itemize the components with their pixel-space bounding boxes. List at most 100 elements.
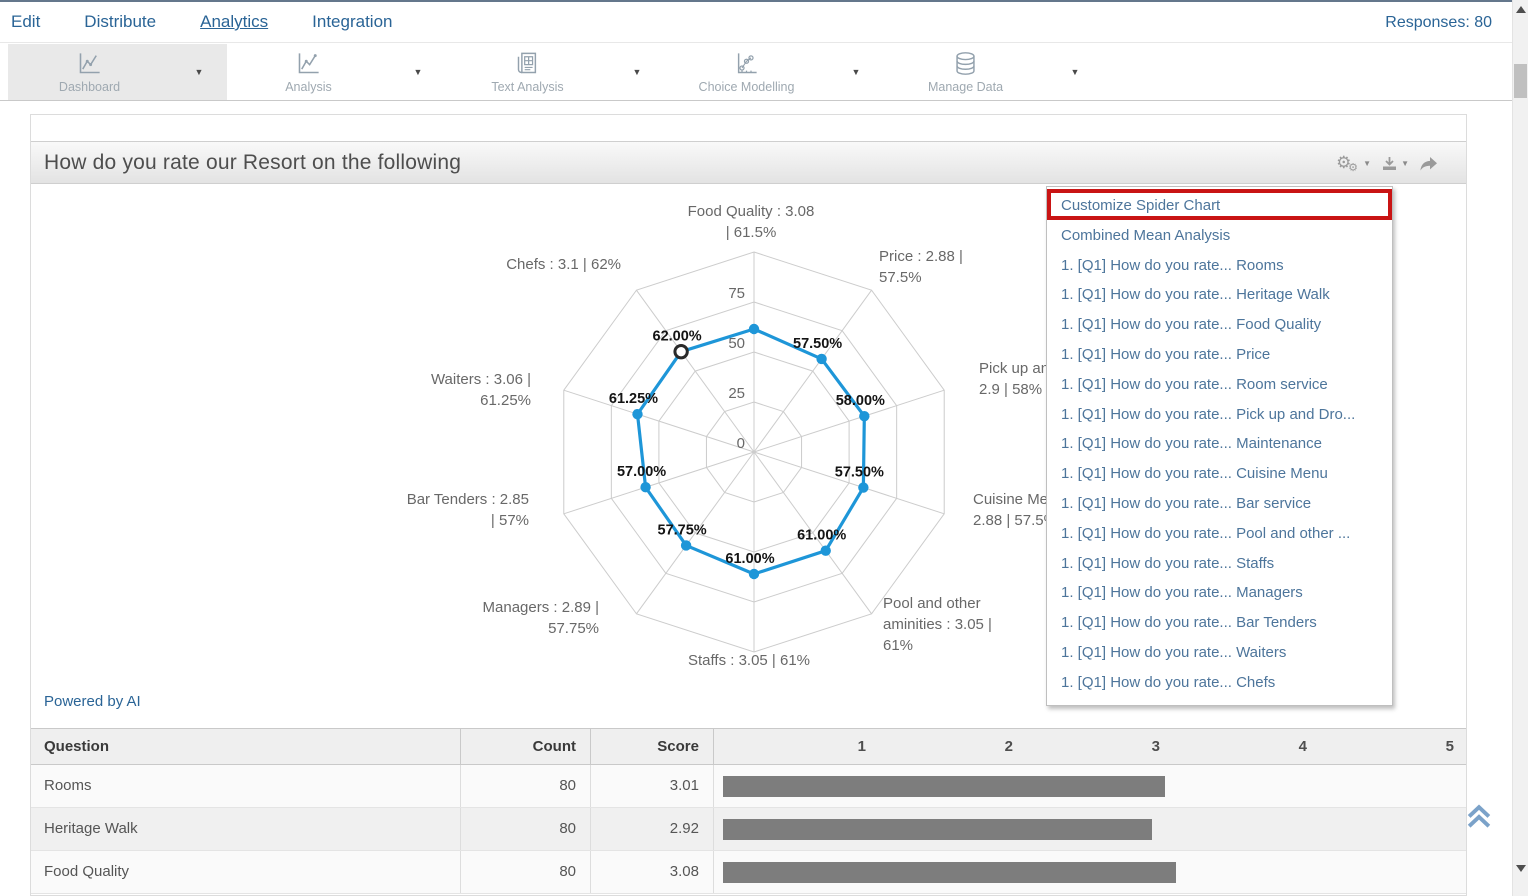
menu-item-1-q1-how-do-you-rate-cuisine-menu[interactable]: 1. [Q1] How do you rate... Cuisine Menu [1047,459,1392,489]
count-cell: 80 [461,808,591,850]
svg-text:| 61.5%: | 61.5% [726,224,777,241]
chart-options-menu: Customize Spider ChartCombined Mean Anal… [1046,186,1393,706]
toolbar-tab-manage-data-button[interactable]: Manage Data [884,44,1047,100]
menu-item-1-q1-how-do-you-rate-chefs[interactable]: 1. [Q1] How do you rate... Chefs [1047,668,1392,698]
svg-text:57.50%: 57.50% [835,465,884,481]
count-cell: 80 [461,851,591,893]
toolbar-tab-manage-data: Manage Data ▼ [884,44,1103,100]
menu-item-1-q1-how-do-you-rate-room-service[interactable]: 1. [Q1] How do you rate... Room service [1047,370,1392,400]
menu-item-1-q1-how-do-you-rate-bar-service[interactable]: 1. [Q1] How do you rate... Bar service [1047,489,1392,519]
choice-modelling-icon [733,50,760,77]
menu-item-1-q1-how-do-you-rate-pool-and-other[interactable]: 1. [Q1] How do you rate... Pool and othe… [1047,519,1392,549]
nav-item-analytics[interactable]: Analytics [200,12,268,32]
toolbar-tab-choice-modelling-dropdown[interactable]: ▼ [828,44,884,100]
menu-item-1-q1-how-do-you-rate-staffs[interactable]: 1. [Q1] How do you rate... Staffs [1047,549,1392,579]
toolbar-tab-analysis: Analysis ▼ [227,44,446,100]
score-bar [723,862,1176,883]
menu-item-1-q1-how-do-you-rate-price[interactable]: 1. [Q1] How do you rate... Price [1047,340,1392,370]
toolbar-tab-analysis-button[interactable]: Analysis [227,44,390,100]
svg-text:Waiters : 3.06 |: Waiters : 3.06 | [431,371,531,388]
svg-text:Food Quality : 3.08: Food Quality : 3.08 [688,203,815,220]
svg-text:Price : 2.88 |: Price : 2.88 | [879,248,963,265]
scale-ticks: 12345 [714,729,1466,764]
menu-item-combined-mean-analysis[interactable]: Combined Mean Analysis [1047,221,1392,251]
score-cell: 3.08 [591,851,714,893]
toolbar-tab-text-analysis-button[interactable]: Text Analysis [446,44,609,100]
share-icon [1419,156,1439,172]
menu-item-1-q1-how-do-you-rate-rooms[interactable]: 1. [Q1] How do you rate... Rooms [1047,251,1392,281]
chevron-down-icon: ▼ [1071,67,1080,77]
nav-item-integration[interactable]: Integration [312,12,392,32]
download-button[interactable]: ▼ [1381,156,1409,172]
settings-gears-icon: ⚙⚙ [1336,153,1360,175]
svg-text:Staffs : 3.05 | 61%: Staffs : 3.05 | 61% [688,652,810,669]
svg-text:57.50%: 57.50% [793,336,842,352]
nav-item-distribute[interactable]: Distribute [84,12,156,32]
svg-text:61.25%: 61.25% [609,391,658,407]
menu-item-1-q1-how-do-you-rate-managers[interactable]: 1. [Q1] How do you rate... Managers [1047,578,1392,608]
chevron-down-icon: ▼ [1363,159,1371,168]
scale-tick-4: 4 [1160,729,1307,764]
toolbar-tab-analysis-dropdown[interactable]: ▼ [390,44,446,100]
svg-text:58.00%: 58.00% [836,393,885,409]
svg-text:Managers : 2.89 |: Managers : 2.89 | [483,599,599,616]
scale-tick-1: 1 [719,729,866,764]
svg-text:| 57%: | 57% [491,512,529,529]
toolbar-tab-dashboard: Dashboard▼ [8,44,227,100]
count-cell: 80 [461,765,591,807]
question-cell: Food Quality [31,851,461,893]
scale-tick-3: 3 [1013,729,1160,764]
score-table-header: Question Count Score 12345 [31,728,1466,765]
top-nav: EditDistributeAnalyticsIntegration Respo… [0,2,1528,43]
score-table: Question Count Score 12345 Rooms803.01He… [31,728,1466,894]
svg-text:57.5%: 57.5% [879,269,922,286]
menu-item-1-q1-how-do-you-rate-pick-up-and-dro[interactable]: 1. [Q1] How do you rate... Pick up and D… [1047,400,1392,430]
column-header-count: Count [461,729,591,764]
score-bar [723,776,1165,797]
svg-text:57.75%: 57.75% [548,620,599,637]
page-scrollbar[interactable] [1512,0,1528,896]
toolbar-tab-dashboard-dropdown[interactable]: ▼ [171,44,227,100]
table-row-food-quality: Food Quality803.08 [31,851,1466,894]
scrollbar-up-arrow[interactable] [1516,6,1526,13]
chevron-down-icon: ▼ [414,67,423,77]
menu-item-1-q1-how-do-you-rate-food-quality[interactable]: 1. [Q1] How do you rate... Food Quality [1047,310,1392,340]
top-nav-items: Edit Distribute Analytics Integration [11,12,392,32]
score-bar-cell [714,851,1466,893]
share-button[interactable] [1419,156,1439,172]
menu-item-customize-spider-chart[interactable]: Customize Spider Chart [1047,191,1392,221]
widget-header: How do you rate our Resort on the follow… [31,141,1466,184]
menu-item-1-q1-how-do-you-rate-bar-tenders[interactable]: 1. [Q1] How do you rate... Bar Tenders [1047,608,1392,638]
chart-settings-button[interactable]: ⚙⚙ ▼ [1336,153,1371,175]
analytics-toolbar: Dashboard▼Analysis▼Text Analysis▼Choice … [0,44,1528,101]
score-bar-cell [714,808,1466,850]
svg-text:aminities : 3.05 |: aminities : 3.05 | [883,616,992,633]
toolbar-tab-text-analysis-dropdown[interactable]: ▼ [609,44,665,100]
download-icon [1381,156,1398,172]
svg-text:57.00%: 57.00% [617,464,666,480]
table-row-rooms: Rooms803.01 [31,765,1466,808]
chevron-down-icon: ▼ [633,67,642,77]
column-header-score: Score [591,729,714,764]
question-cell: Heritage Walk [31,808,461,850]
menu-item-1-q1-how-do-you-rate-waiters[interactable]: 1. [Q1] How do you rate... Waiters [1047,638,1392,668]
scrollbar-down-arrow[interactable] [1516,865,1526,872]
menu-item-1-q1-how-do-you-rate-heritage-walk[interactable]: 1. [Q1] How do you rate... Heritage Walk [1047,280,1392,310]
toolbar-tab-choice-modelling-button[interactable]: Choice Modelling [665,44,828,100]
svg-text:61.00%: 61.00% [725,551,774,567]
powered-by-ai-link[interactable]: Powered by AI [44,693,141,710]
text-analysis-icon [514,50,541,77]
scrollbar-thumb[interactable] [1514,64,1527,98]
svg-text:2.9 | 58%: 2.9 | 58% [979,381,1042,398]
menu-item-1-q1-how-do-you-rate-maintenance[interactable]: 1. [Q1] How do you rate... Maintenance [1047,429,1392,459]
scroll-to-top-button[interactable] [1463,801,1495,833]
column-header-question: Question [31,729,461,764]
svg-text:2.88 | 57.5%: 2.88 | 57.5% [973,512,1057,529]
score-bar [723,819,1152,840]
toolbar-tab-dashboard-button[interactable]: Dashboard [8,44,171,100]
dashboard-chart-icon [76,50,103,77]
score-bar-cell [714,765,1466,807]
nav-item-edit[interactable]: Edit [11,12,40,32]
widget-header-icons: ⚙⚙ ▼ ▼ [1336,142,1439,185]
toolbar-tab-manage-data-dropdown[interactable]: ▼ [1047,44,1103,100]
